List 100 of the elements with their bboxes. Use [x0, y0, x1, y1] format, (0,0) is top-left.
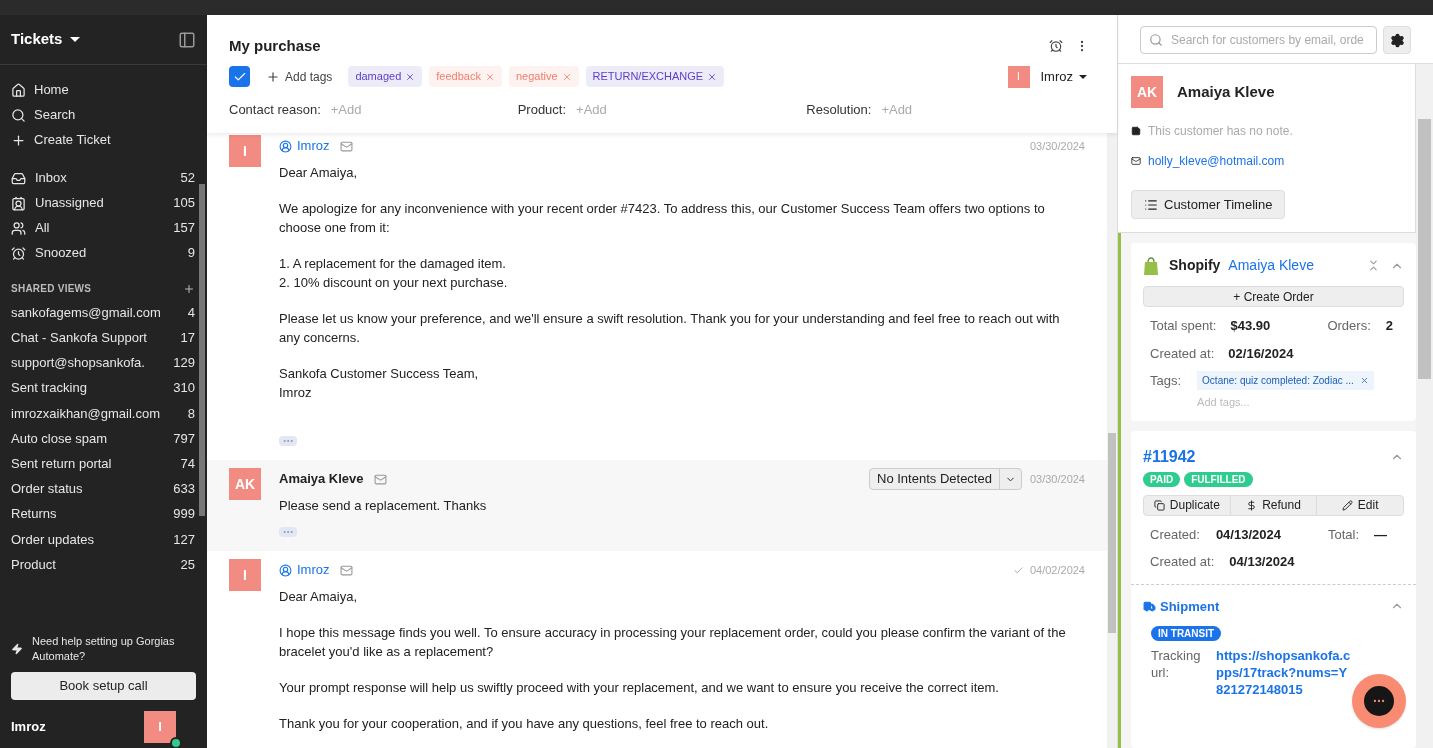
author-name[interactable]: Imroz — [297, 560, 330, 580]
view-link[interactable]: imrozxaikhan@gmail.com — [11, 403, 184, 424]
settings-button[interactable] — [1383, 26, 1411, 54]
field-label: Contact reason: — [229, 100, 321, 119]
shopping-bag-icon — [1143, 256, 1159, 275]
stat-label: Total spent: — [1150, 317, 1217, 335]
view-link[interactable]: Returns — [11, 504, 170, 524]
plus-icon — [11, 132, 26, 148]
ticket-title[interactable]: My purchase — [229, 35, 321, 58]
field-label: Product: — [517, 100, 567, 119]
message-paragraph: Dear Amaiya, — [279, 164, 359, 182]
search-field[interactable]: Search for customers by email, orde — [1140, 26, 1377, 54]
view-count: 74 — [180, 454, 195, 473]
view-link[interactable]: Order status — [11, 479, 170, 499]
alarm-clock-icon — [11, 245, 26, 261]
note-icon — [1131, 126, 1141, 136]
view-count: 9 — [187, 244, 195, 263]
field-label: Tracking url: — [1151, 646, 1202, 682]
close-icon[interactable] — [405, 71, 416, 82]
book-call-button[interactable]: Book setup call — [11, 672, 196, 700]
dollar-icon — [1246, 499, 1258, 511]
agent-icon — [279, 563, 292, 577]
close-icon[interactable] — [1359, 376, 1369, 385]
search-icon — [1149, 33, 1163, 47]
view-link[interactable]: support@shopsankofa. — [11, 353, 170, 373]
assignee-dropdown[interactable]: Imroz — [1040, 66, 1087, 87]
close-icon[interactable] — [707, 71, 718, 82]
app-title[interactable]: Tickets — [11, 28, 63, 51]
view-count: 633 — [173, 480, 195, 499]
tag-chip[interactable]: Octane: quiz completed: Zodiac ... — [1197, 371, 1374, 390]
view-count: 4 — [187, 303, 195, 322]
scrollbar[interactable] — [1418, 119, 1431, 379]
status-badge: IN TRANSIT — [1151, 626, 1222, 641]
timeline-button[interactable]: Customer Timeline — [1131, 190, 1286, 219]
section-title[interactable]: Shipment — [1160, 596, 1220, 616]
copy-icon — [1153, 499, 1165, 511]
customer-link[interactable]: Amaiya Kleve — [1228, 255, 1314, 276]
status-badge: PAID — [1143, 471, 1181, 487]
stat-label: Created at: — [1150, 344, 1215, 363]
add-icon[interactable] — [183, 282, 195, 295]
message-paragraph: Thank you for your cooperation, and if you have any questions, feel free to reach out. — [279, 715, 770, 733]
more-button[interactable] — [279, 436, 297, 446]
view-link[interactable]: Chat - Sankofa Support — [11, 328, 177, 348]
pencil-icon — [1341, 499, 1353, 511]
more-button[interactable] — [279, 527, 297, 537]
ticket-checkbox[interactable] — [229, 66, 250, 87]
order-action-button[interactable]: Refund — [1229, 495, 1317, 515]
view-link[interactable]: Order updates — [11, 529, 170, 550]
message-paragraph: I hope this message finds you well. To ensure accuracy in processing your replacement order, could you please confirm the variant of the bracelet you'd like as a replacement? — [279, 624, 1067, 661]
nav-link[interactable]: Create Ticket — [34, 130, 111, 150]
order-action-button[interactable]: Edit — [1316, 495, 1403, 515]
caret-icon[interactable] — [70, 37, 81, 42]
view-link[interactable]: Product — [11, 554, 177, 575]
contact-card-icon — [11, 195, 26, 211]
close-icon[interactable] — [484, 71, 495, 82]
stat-value: 02/16/2024 — [1228, 344, 1294, 363]
tag-chip[interactable]: RETURN/EXCHANGE — [585, 66, 725, 87]
view-link[interactable]: All — [35, 218, 174, 238]
stat-label: Tags: — [1150, 372, 1182, 390]
stat-label: Total: — [1327, 525, 1359, 544]
view-link[interactable]: Inbox — [35, 168, 181, 188]
message-paragraph: We apologize for any inconvenience with your recent order #7423. To address this, our Customer Success Team offers two options to choose one from it: — [279, 200, 1046, 237]
add-tags-button[interactable]: Add tags — [266, 67, 333, 86]
user-name: Imroz — [11, 718, 46, 737]
scrollbar[interactable] — [199, 184, 205, 516]
view-count: 127 — [173, 530, 195, 549]
tracking-link[interactable]: https://shopsankofa.c pps/17track?nums=Y 821272148015 — [1216, 646, 1351, 698]
create-order-button[interactable]: + Create Order — [1143, 286, 1404, 307]
intent-dropdown[interactable]: No Intents Detected — [869, 468, 1022, 490]
view-link[interactable]: Auto close spam — [11, 428, 170, 449]
view-count: 999 — [173, 505, 195, 524]
view-link[interactable]: sankofagems@gmail.com — [11, 302, 184, 323]
snooze-icon[interactable] — [1049, 39, 1063, 54]
tag-chip[interactable]: damaged — [348, 66, 423, 87]
email-icon — [373, 472, 387, 486]
author-avatar: I — [229, 135, 261, 167]
section-heading: SHARED VIEWS — [11, 282, 92, 296]
view-count: 797 — [173, 429, 195, 448]
nav-link[interactable]: Search — [34, 105, 76, 125]
author-name[interactable]: Imroz — [297, 136, 330, 156]
truck-icon — [1143, 599, 1156, 613]
order-action-button[interactable]: Duplicate — [1144, 495, 1230, 515]
email-link[interactable]: holly_kleve@hotmail.com — [1148, 152, 1285, 170]
message-paragraph: Please let us know your preference, and we'll ensure a swift resolution. Thank you for your understanding and feel free to reach out with any concerns. — [279, 310, 1061, 347]
view-link[interactable]: Sent return portal — [11, 453, 177, 474]
nav-link[interactable]: Home — [34, 80, 69, 100]
collapse-all-icon[interactable] — [1367, 259, 1380, 272]
view-link[interactable]: Unassigned — [35, 193, 174, 213]
author-name[interactable]: Amaiya Kleve — [279, 469, 364, 489]
message-paragraph: Your prompt response will help us swiftly proceed with your replacement, and we want to ensure you receive the correct item. — [279, 679, 1000, 697]
order-number[interactable]: #11942 — [1143, 444, 1196, 469]
view-link[interactable]: Snoozed — [35, 243, 188, 263]
panel-toggle-icon[interactable] — [178, 30, 196, 49]
view-count: 129 — [173, 354, 195, 373]
close-icon[interactable] — [561, 71, 572, 82]
scrollbar[interactable] — [1108, 433, 1116, 633]
inbox-icon — [11, 170, 26, 186]
assignee-avatar: I — [1007, 65, 1030, 88]
view-link[interactable]: Sent tracking — [11, 378, 170, 398]
message-paragraph: Sankofa Customer Success Team, Imroz — [279, 365, 480, 402]
